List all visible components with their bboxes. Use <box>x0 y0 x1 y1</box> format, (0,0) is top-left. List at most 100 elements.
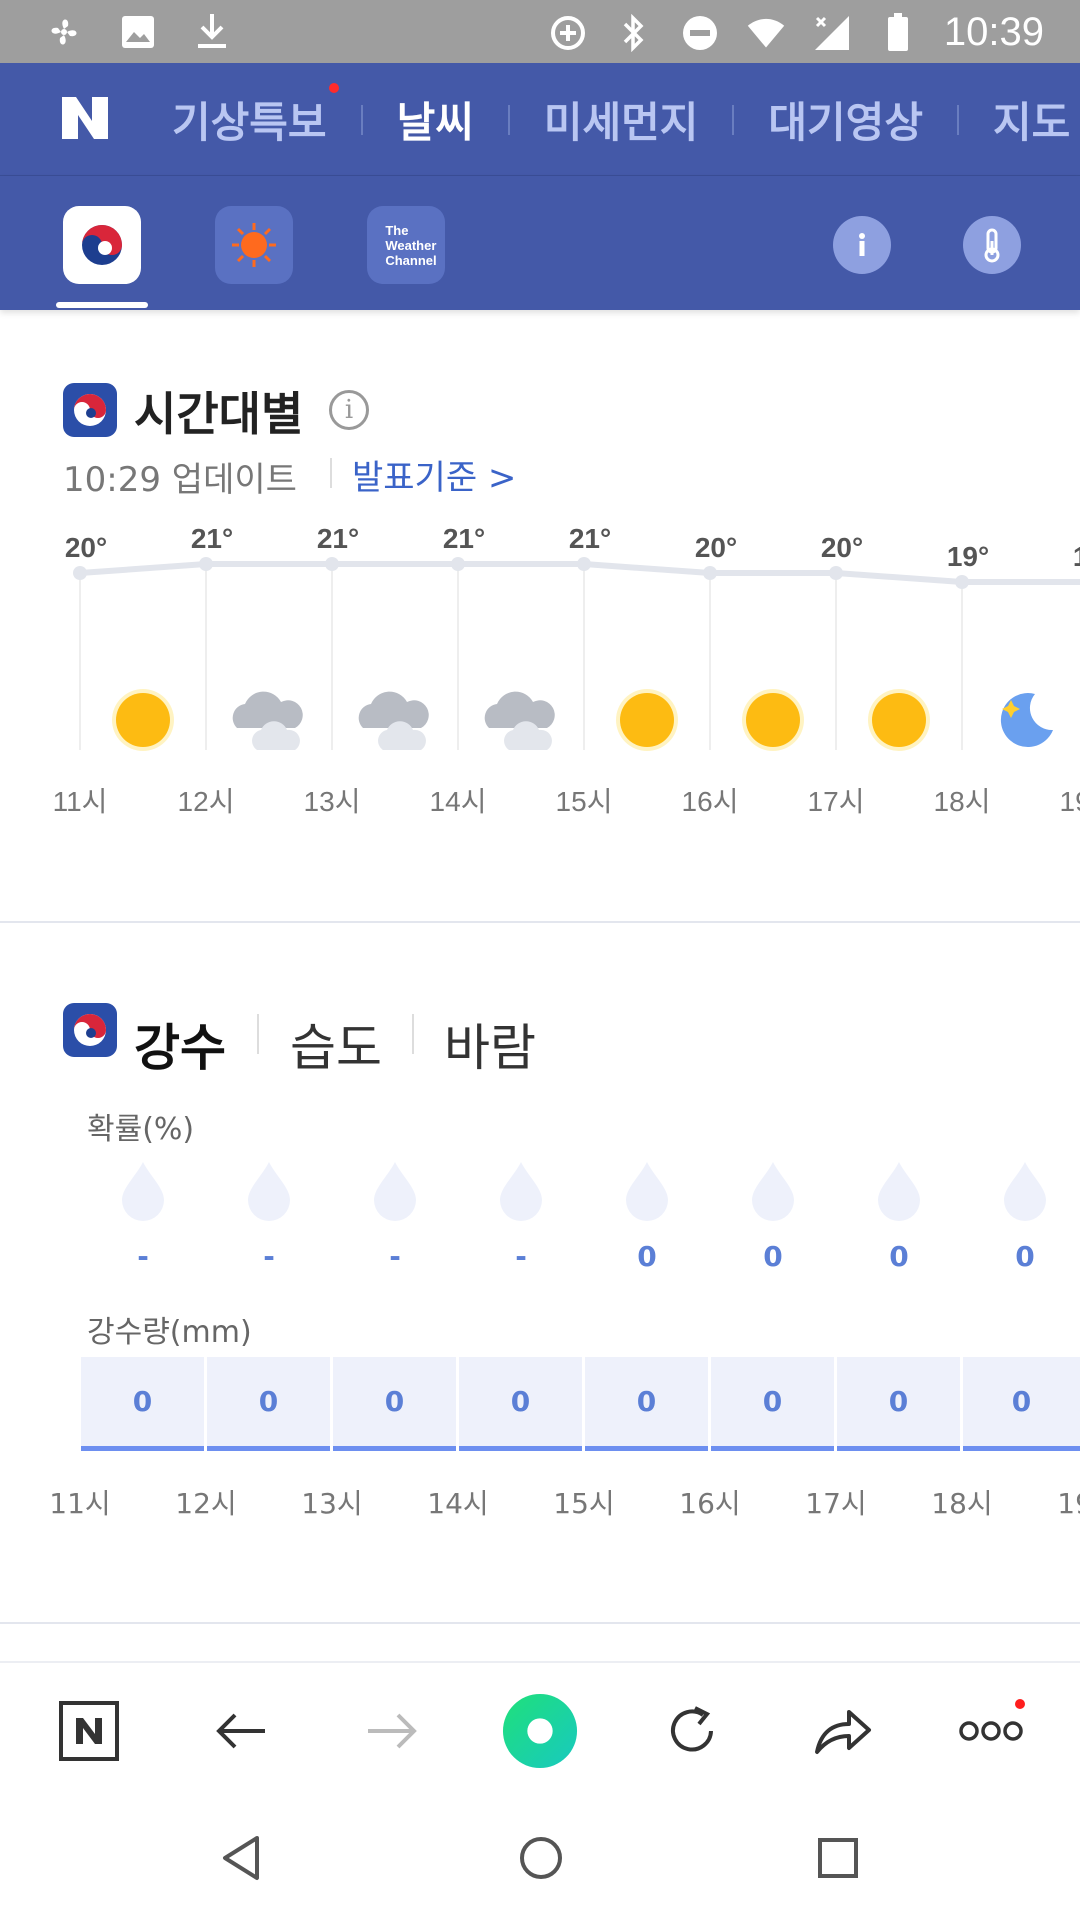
probability-value: - <box>389 1240 401 1273</box>
cloud-icon <box>484 691 555 750</box>
header-divider <box>330 458 332 488</box>
temperature-point <box>451 557 465 571</box>
hour-label: 19시 <box>1057 1487 1080 1520</box>
recents-square-icon <box>818 1838 858 1878</box>
back-button[interactable] <box>203 1693 279 1769</box>
share-button[interactable] <box>805 1693 881 1769</box>
hour-label: 15시 <box>556 786 613 817</box>
temperature-label: 20° <box>695 532 737 563</box>
probability-value: 0 <box>763 1240 783 1273</box>
info-button[interactable] <box>833 216 891 274</box>
amount-label: 강수량(mm) <box>87 1315 252 1350</box>
hour-label: 17시 <box>808 786 865 817</box>
temperature-label: 20° <box>821 532 863 563</box>
update-time: 10:29 업데이트 <box>63 460 297 500</box>
sun-icon <box>868 689 930 751</box>
raindrop-icon <box>372 1160 418 1222</box>
precipitation-amount-cell: 0 <box>585 1357 708 1451</box>
nav-divider <box>507 104 510 135</box>
system-back-button[interactable] <box>206 1823 276 1893</box>
cloud-icon <box>232 691 303 750</box>
tab-divider <box>257 1014 259 1054</box>
temperature-label: 19° <box>1073 541 1080 572</box>
status-bar: 10:39 <box>0 0 1080 63</box>
announcement-basis-link[interactable]: 발표기준 > <box>352 450 516 499</box>
clock-time: 10:39 <box>943 10 1044 54</box>
provider-kma-button[interactable] <box>63 206 141 284</box>
weather-channel-logo: The Weather Channel <box>385 223 436 268</box>
tab-divider <box>412 1014 414 1054</box>
probability-value: - <box>515 1240 527 1273</box>
nav-tabs: 기상특보 날씨 미세먼지 대기영상 지도 <box>172 63 1070 175</box>
system-recents-button[interactable] <box>803 1823 873 1893</box>
home-circle-icon <box>520 1837 562 1879</box>
temperature-point <box>703 566 717 580</box>
tab-satellite-image[interactable]: 대기영상 <box>768 89 923 150</box>
hour-label: 14시 <box>427 1487 489 1520</box>
probability-value: 0 <box>889 1240 909 1273</box>
nav-divider <box>732 104 735 135</box>
naver-logo-icon[interactable] <box>60 93 110 143</box>
precipitation-amount-cell: 0 <box>81 1357 204 1451</box>
precipitation-amount-cell: 0 <box>963 1357 1080 1451</box>
hour-label: 14시 <box>430 786 487 817</box>
hourly-info-icon[interactable]: i <box>329 390 369 430</box>
more-button[interactable] <box>953 1693 1029 1769</box>
tab-weather[interactable]: 날씨 <box>397 89 474 150</box>
provider-sun-button[interactable] <box>215 206 293 284</box>
wifi-icon <box>746 13 786 53</box>
more-icon <box>959 1721 1023 1741</box>
system-home-button[interactable] <box>506 1823 576 1893</box>
kma-badge-icon <box>63 383 117 437</box>
forward-button[interactable] <box>354 1693 430 1769</box>
image-icon <box>118 12 158 52</box>
notification-dot <box>328 83 339 93</box>
cloud-icon <box>358 691 429 750</box>
temperature-button[interactable] <box>963 216 1021 274</box>
sun-provider-icon <box>232 223 276 267</box>
precipitation-amount-cell: 0 <box>459 1357 582 1451</box>
tab-fine-dust[interactable]: 미세먼지 <box>544 89 699 150</box>
sun-icon <box>742 689 804 751</box>
raindrop-icon <box>624 1160 670 1222</box>
probability-value: 0 <box>1015 1240 1035 1273</box>
tab-humidity[interactable]: 습도 <box>290 1008 382 1080</box>
provider-weather-channel-button[interactable]: The Weather Channel <box>367 206 445 284</box>
temperature-point <box>73 566 87 580</box>
system-navigation-bar <box>0 1795 1080 1920</box>
tab-precipitation[interactable]: 강수 <box>134 1008 226 1080</box>
temperature-label: 21° <box>443 523 485 554</box>
green-dot-button[interactable] <box>502 1693 578 1769</box>
temperature-label: 21° <box>191 523 233 554</box>
refresh-button[interactable] <box>654 1693 730 1769</box>
tab-map[interactable]: 지도 <box>993 89 1070 150</box>
top-navigation: 기상특보 날씨 미세먼지 대기영상 지도 <box>0 63 1080 176</box>
browser-toolbar <box>0 1661 1080 1795</box>
precipitation-amount-cell: 0 <box>333 1357 456 1451</box>
tab-wind[interactable]: 바람 <box>444 1008 536 1080</box>
download-icon <box>192 12 232 52</box>
temperature-label: 21° <box>317 523 359 554</box>
no-signal-icon <box>812 13 852 53</box>
temperature-point <box>829 566 843 580</box>
green-dot-icon <box>502 1693 578 1769</box>
twc-text-line: The <box>385 222 409 238</box>
hour-label: 16시 <box>682 786 739 817</box>
hour-label: 13시 <box>301 1487 363 1520</box>
selected-provider-indicator <box>56 302 148 308</box>
tab-weather-warning[interactable]: 기상특보 <box>172 83 339 150</box>
bluetooth-icon <box>614 13 654 53</box>
precipitation-amount-cell: 0 <box>207 1357 330 1451</box>
raindrop-icon <box>120 1160 166 1222</box>
moon-icon <box>1000 693 1053 748</box>
hour-label: 16시 <box>679 1487 741 1520</box>
nav-divider <box>956 104 959 135</box>
naver-home-button[interactable] <box>51 1693 127 1769</box>
hour-label: 13시 <box>304 786 361 817</box>
temperature-label: 19° <box>947 541 989 572</box>
kma-logo-icon <box>82 225 122 265</box>
temperature-point <box>577 557 591 571</box>
precipitation-amount-cell: 0 <box>711 1357 834 1451</box>
temperature-label: 20° <box>65 532 107 563</box>
thermometer-icon <box>984 228 1000 263</box>
